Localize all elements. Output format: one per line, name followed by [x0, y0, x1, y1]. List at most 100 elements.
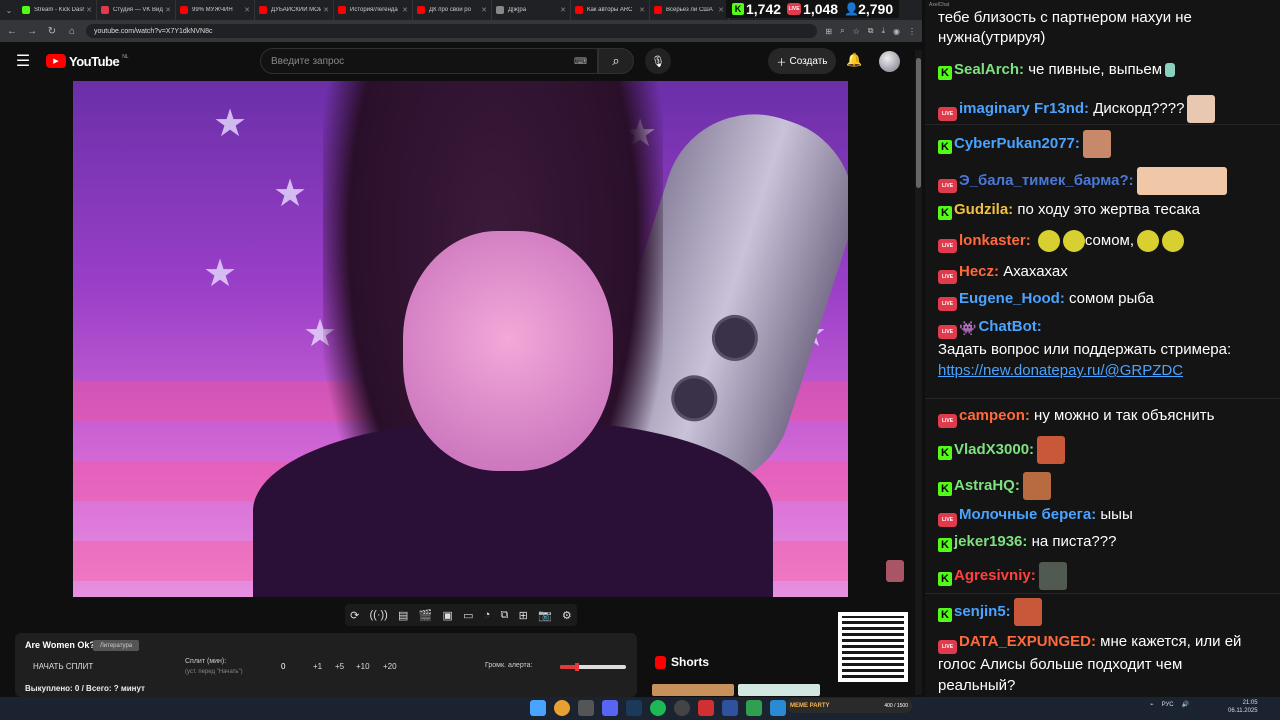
- create-button[interactable]: ＋ Создать: [768, 48, 836, 74]
- home-icon[interactable]: ⌂: [66, 26, 78, 37]
- spotify-icon[interactable]: [650, 700, 666, 716]
- browser-tab[interactable]: ДУБАЙСКИЙ МОЙ ✕: [255, 0, 334, 20]
- speed-gauge-icon[interactable]: ◔: [484, 609, 491, 621]
- browser-tab[interactable]: Д[ж]ра ✕: [492, 0, 571, 20]
- kick-viewer-stat: K 1,742: [732, 1, 781, 17]
- back-arrow-icon[interactable]: ←: [6, 26, 18, 37]
- clapper-icon[interactable]: 🎬: [419, 609, 433, 622]
- screen-share-icon[interactable]: ▤: [398, 609, 408, 622]
- shorts-heading[interactable]: Shorts: [655, 655, 709, 669]
- clip-icon[interactable]: ⧉: [501, 609, 509, 622]
- app-icon[interactable]: [746, 700, 762, 716]
- app-icon[interactable]: [722, 700, 738, 716]
- wifi-icon[interactable]: ⌁: [1150, 701, 1154, 708]
- avatar[interactable]: [879, 51, 900, 72]
- hamburger-menu-icon[interactable]: ☰: [0, 51, 46, 71]
- tab-close-icon[interactable]: ✕: [639, 6, 645, 14]
- tab-close-icon[interactable]: ✕: [86, 6, 92, 14]
- tab-search-icon[interactable]: ⌄: [0, 0, 18, 20]
- telegram-icon[interactable]: [770, 700, 786, 716]
- browser-tab[interactable]: Stream - Kick Dash ✕: [18, 0, 97, 20]
- aspect-ratio-icon[interactable]: ▣: [443, 609, 453, 622]
- browser-tab[interactable]: 99% МУЖЧИН ✕: [176, 0, 255, 20]
- menu-dots-icon[interactable]: ⋮: [908, 27, 916, 36]
- start-split-button[interactable]: НАЧАТЬ СПЛИТ: [33, 662, 93, 671]
- tab-close-icon[interactable]: ✕: [718, 6, 724, 14]
- increment-1-button[interactable]: +1: [313, 662, 322, 671]
- browser-tab[interactable]: Студия — VK Видео✕: [97, 0, 176, 20]
- browser-tab[interactable]: Всерьез ли США ✕: [650, 0, 729, 20]
- message-text: ыыы: [1100, 506, 1133, 523]
- browser-tab[interactable]: История/Легенда ✕: [334, 0, 413, 20]
- tab-close-icon[interactable]: ✕: [481, 6, 487, 14]
- browser-tab[interactable]: Как авторы ARC ✕: [571, 0, 650, 20]
- clock[interactable]: 21:05 06.11.2025: [1228, 699, 1258, 715]
- obs-icon[interactable]: [674, 700, 690, 716]
- reload-icon[interactable]: ↻: [46, 26, 58, 37]
- chrome-icon[interactable]: [554, 700, 570, 716]
- total-viewer-stat: 👤 2,790: [844, 1, 893, 17]
- volume-slider[interactable]: [560, 663, 626, 671]
- url-field[interactable]: youtube.com/watch?v=X7Y1dkNVN8c: [86, 24, 818, 38]
- tab-close-icon[interactable]: ✕: [165, 6, 171, 14]
- vk-live-badge-icon: LIVE: [938, 640, 957, 654]
- profile-icon[interactable]: ◉: [893, 27, 900, 36]
- message-text: че пивные, выпьем: [1028, 61, 1163, 78]
- tab-close-icon[interactable]: ✕: [560, 6, 566, 14]
- scrollbar-thumb[interactable]: [916, 58, 921, 188]
- increment-10-button[interactable]: +10: [356, 662, 370, 671]
- forward-arrow-icon[interactable]: →: [26, 26, 38, 37]
- donate-link[interactable]: https://new.donatepay.ru/@GRPZDC: [938, 362, 1183, 379]
- increment-5-button[interactable]: +5: [335, 662, 344, 671]
- tab-close-icon[interactable]: ✕: [323, 6, 329, 14]
- subtitles-icon[interactable]: ▭: [463, 609, 473, 622]
- add-box-icon[interactable]: ⊞: [519, 609, 528, 622]
- voice-search-button[interactable]: 🎙: [645, 48, 671, 74]
- short-thumbnail[interactable]: [652, 684, 734, 696]
- install-icon[interactable]: ⊞: [825, 27, 832, 36]
- chat-message: LIVE Eugene_Hood: сомом рыба: [938, 289, 1263, 311]
- youtube-logo[interactable]: ▶ YouTube NL: [46, 54, 129, 69]
- broadcast-icon[interactable]: ((·)): [370, 609, 388, 621]
- steam-icon[interactable]: [626, 700, 642, 716]
- download-icon[interactable]: ⤓: [881, 26, 885, 36]
- volume-thumb[interactable]: [574, 663, 579, 671]
- webcam-thumbnail: [886, 560, 904, 582]
- speaker-icon[interactable]: 🔊: [1182, 701, 1189, 708]
- search-button[interactable]: ⌕: [598, 48, 634, 74]
- extensions-icon[interactable]: ⧉: [868, 26, 874, 36]
- chat-nick: CyberPukan2077:: [954, 134, 1080, 152]
- settings-gear-icon[interactable]: ⚙: [562, 609, 572, 622]
- loop-icon[interactable]: ⟳: [350, 609, 359, 622]
- notifications-bell-icon[interactable]: 🔔: [846, 52, 862, 68]
- split-value[interactable]: 0: [281, 662, 285, 671]
- tab-close-icon[interactable]: ✕: [244, 6, 250, 14]
- shorts-thumbnails: [652, 684, 820, 696]
- browser-tab[interactable]: ДК про свой ро ✕: [413, 0, 492, 20]
- chat-message: LIVE campeon: ну можно и так объяснить: [938, 406, 1263, 428]
- search-input[interactable]: Введите запрос ⌨: [260, 48, 598, 74]
- chat-message: Ksenjin5:: [938, 598, 1263, 626]
- qr-pattern: [842, 616, 904, 678]
- bookmark-star-icon[interactable]: ☆: [853, 27, 860, 36]
- tab-favicon: [180, 6, 188, 14]
- language-indicator[interactable]: РУС: [1162, 702, 1174, 708]
- keyboard-icon[interactable]: ⌨: [574, 56, 587, 67]
- vk-live-badge-icon: LIVE: [938, 238, 957, 253]
- app-icon[interactable]: [698, 700, 714, 716]
- tab-close-icon[interactable]: ✕: [402, 6, 408, 14]
- system-tray: ⌁ РУС 🔊: [1150, 701, 1189, 709]
- short-thumbnail[interactable]: [738, 684, 820, 696]
- vk-live-badge-icon: LIVE: [938, 513, 957, 527]
- search-placeholder: Введите запрос: [271, 55, 345, 67]
- tab-favicon: [101, 6, 109, 14]
- chat-message: K AstraHQ:: [938, 472, 1263, 500]
- zoom-icon[interactable]: ⌕: [840, 26, 844, 36]
- windows-start-icon[interactable]: [530, 700, 546, 716]
- increment-20-button[interactable]: +20: [383, 662, 397, 671]
- camera-icon[interactable]: 📷: [538, 609, 552, 622]
- page-scrollbar[interactable]: [915, 50, 922, 695]
- discord-icon[interactable]: [602, 700, 618, 716]
- video-player[interactable]: ★ ★ ★ ★ ★ ★: [73, 81, 848, 597]
- app-icon[interactable]: [578, 700, 594, 716]
